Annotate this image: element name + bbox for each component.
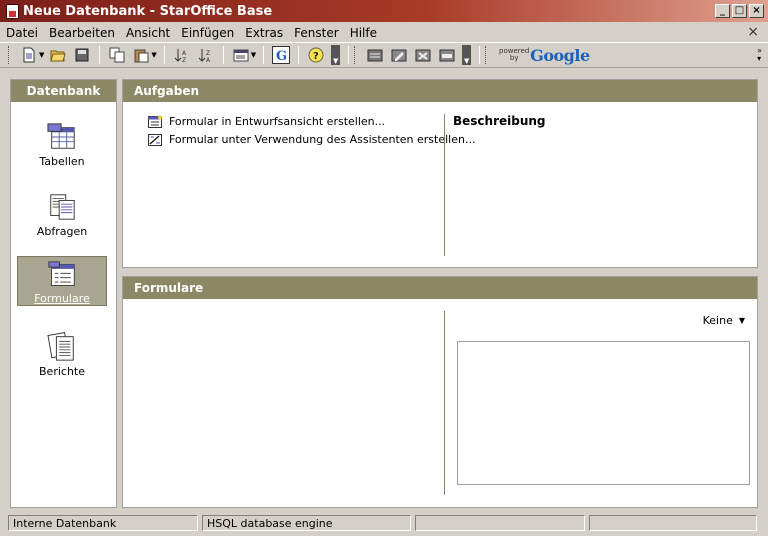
chevron-down-icon: ▼ xyxy=(738,316,745,325)
sidebar-item-reports[interactable]: Berichte xyxy=(17,328,107,378)
rename-object-icon[interactable] xyxy=(438,46,456,64)
status-cell-empty-2 xyxy=(589,515,757,531)
toolbar-more-icon[interactable]: » ▾ xyxy=(757,47,762,63)
save-icon[interactable] xyxy=(73,46,91,64)
form-wizard-icon xyxy=(148,134,162,146)
sidebar-item-forms[interactable]: Formulare xyxy=(17,256,107,306)
tasks-panel: Aufgaben Formular in Entwurfsansicht ers… xyxy=(122,79,758,268)
forms-panel: Formulare Keine ▼ xyxy=(122,276,758,508)
status-engine: HSQL database engine xyxy=(202,515,411,531)
toolbar-overflow-handle-2[interactable]: ▼ xyxy=(462,45,472,65)
menu-bar: Datei Bearbeiten Ansicht Einfügen Extras… xyxy=(0,23,768,42)
toolbar-separator xyxy=(263,46,265,64)
task-label: Formular in Entwurfsansicht erstellen... xyxy=(169,115,386,128)
toolbar-grip[interactable] xyxy=(485,46,488,64)
sidebar-item-label: Formulare xyxy=(34,292,90,305)
menu-extras[interactable]: Extras xyxy=(245,26,283,40)
tasks-panel-header: Aufgaben xyxy=(123,80,757,102)
preview-mode-select[interactable]: Keine ▼ xyxy=(703,314,745,327)
tables-icon xyxy=(47,123,75,149)
menu-einfuegen[interactable]: Einfügen xyxy=(181,26,234,40)
toolbar-separator xyxy=(99,46,101,64)
edit-object-icon[interactable] xyxy=(390,46,408,64)
svg-text:Z: Z xyxy=(206,50,210,57)
preview-mode-value: Keine xyxy=(702,314,733,327)
svg-text:A: A xyxy=(182,50,187,57)
status-database-type: Interne Datenbank xyxy=(8,515,198,531)
new-dropdown-arrow-icon[interactable]: ▼ xyxy=(39,51,44,59)
help-icon[interactable]: ? xyxy=(307,46,325,64)
menu-bearbeiten[interactable]: Bearbeiten xyxy=(49,26,115,40)
status-cell-empty-1 xyxy=(415,515,585,531)
preview-area xyxy=(457,341,750,485)
window-controls: _ □ × xyxy=(715,4,764,18)
menu-datei[interactable]: Datei xyxy=(6,26,38,40)
svg-text:G: G xyxy=(276,49,287,62)
svg-text:Z: Z xyxy=(182,57,186,63)
toolbar-separator xyxy=(163,46,165,64)
new-document-icon[interactable] xyxy=(20,46,38,64)
close-button[interactable]: × xyxy=(749,4,764,18)
minimize-button[interactable]: _ xyxy=(715,4,730,18)
status-bar: Interne Datenbank HSQL database engine xyxy=(0,513,768,533)
task-create-form-design[interactable]: Formular in Entwurfsansicht erstellen... xyxy=(148,115,385,128)
paste-dropdown-arrow-icon[interactable]: ▼ xyxy=(151,51,156,59)
open-database-object-icon[interactable] xyxy=(366,46,384,64)
task-create-form-wizard[interactable]: Formular unter Verwendung des Assistente… xyxy=(148,133,475,146)
window-title: Neue Datenbank - StarOffice Base xyxy=(23,3,273,19)
toolbar-separator xyxy=(479,46,481,64)
sort-ascending-icon[interactable]: AZ xyxy=(173,46,191,64)
database-panel-header: Datenbank xyxy=(11,80,116,102)
title-bar: Neue Datenbank - StarOffice Base _ □ × xyxy=(0,0,768,22)
menu-hilfe[interactable]: Hilfe xyxy=(350,26,377,40)
paste-icon[interactable] xyxy=(132,46,150,64)
sidebar-item-queries[interactable]: Abfragen xyxy=(17,188,107,238)
sidebar-item-label: Tabellen xyxy=(39,155,85,168)
database-panel: Datenbank Tabellen Abfragen Formulare Be… xyxy=(10,79,117,508)
sidebar-item-tables[interactable]: Tabellen xyxy=(17,118,107,168)
standard-toolbar: ▼ ▼ AZ ZA ▼ G ? ▼ ▼ powered by Google » … xyxy=(0,42,768,68)
maximize-button[interactable]: □ xyxy=(732,4,747,18)
powered-by-label: powered by xyxy=(499,47,530,62)
sidebar-item-label: Berichte xyxy=(39,365,85,378)
delete-object-icon[interactable] xyxy=(414,46,432,64)
reports-icon xyxy=(47,332,74,361)
description-heading: Beschreibung xyxy=(453,114,546,128)
form-wizard-toolbar-icon[interactable] xyxy=(232,46,250,64)
menu-ansicht[interactable]: Ansicht xyxy=(126,26,170,40)
forms-divider xyxy=(444,311,445,495)
svg-text:A: A xyxy=(206,57,211,63)
copy-icon[interactable] xyxy=(108,46,126,64)
toolbar-separator xyxy=(348,46,350,64)
app-icon xyxy=(6,3,19,19)
toolbar-separator xyxy=(222,46,224,64)
svg-text:?: ? xyxy=(313,51,319,62)
toolbar-grip[interactable] xyxy=(8,46,11,64)
toolbar-grip[interactable] xyxy=(354,46,357,64)
toolbar-overflow-handle[interactable]: ▼ xyxy=(331,45,341,65)
open-folder-icon[interactable] xyxy=(49,46,67,64)
menu-fenster[interactable]: Fenster xyxy=(294,26,339,40)
google-search-icon[interactable]: G xyxy=(272,46,291,64)
sort-descending-icon[interactable]: ZA xyxy=(197,46,215,64)
toolbar-separator xyxy=(298,46,300,64)
google-logo: Google xyxy=(530,45,590,65)
task-label: Formular unter Verwendung des Assistente… xyxy=(169,133,476,146)
forms-icon xyxy=(48,261,75,286)
google-search-bar[interactable]: powered by Google xyxy=(498,45,590,65)
forms-panel-header: Formulare xyxy=(123,277,757,299)
document-close-icon[interactable]: × xyxy=(747,24,759,40)
form-dropdown-arrow-icon[interactable]: ▼ xyxy=(251,51,256,59)
queries-icon xyxy=(50,194,75,220)
tasks-divider xyxy=(444,114,445,256)
sidebar-item-label: Abfragen xyxy=(36,225,88,238)
form-design-icon xyxy=(148,115,162,128)
